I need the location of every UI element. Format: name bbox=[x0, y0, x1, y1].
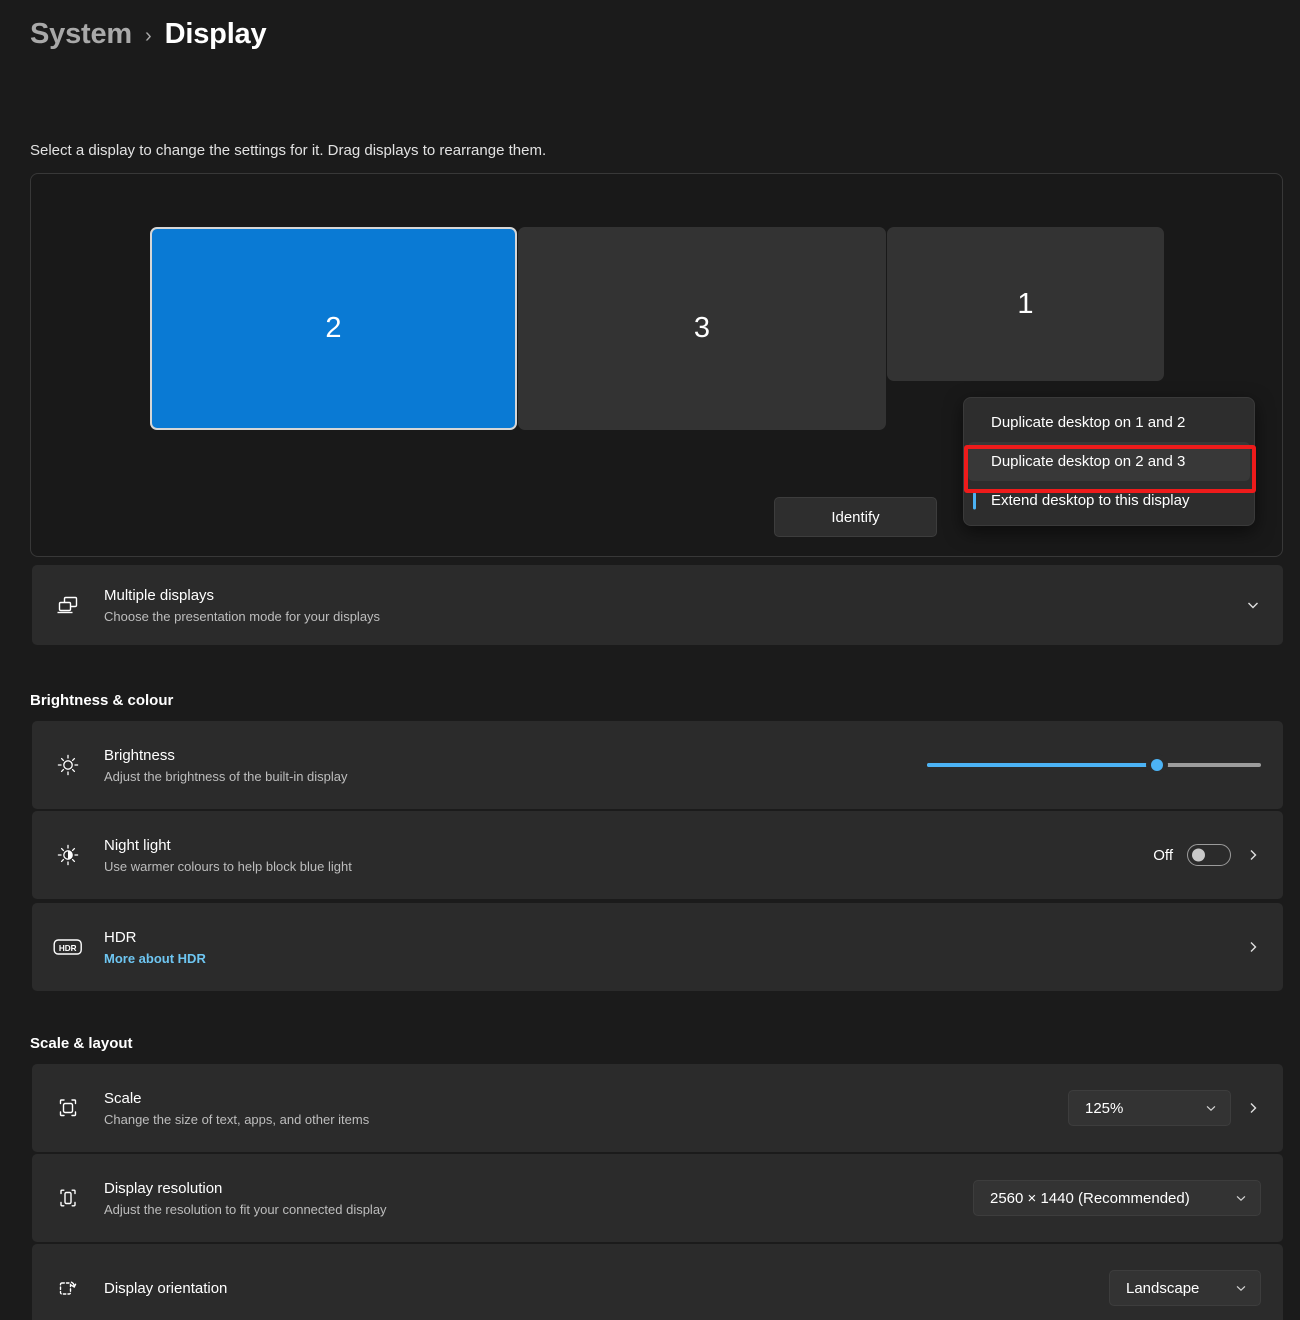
display-resolution-row[interactable]: Display resolution Adjust the resolution… bbox=[32, 1154, 1283, 1242]
intro-description: Select a display to change the settings … bbox=[30, 142, 547, 159]
flyout-item-extend-desktop[interactable]: Extend desktop to this display bbox=[968, 481, 1250, 520]
display-orientation-dropdown[interactable]: Landscape bbox=[1109, 1270, 1261, 1306]
monitor-preview-3[interactable]: 3 bbox=[518, 227, 886, 430]
brightness-row[interactable]: Brightness Adjust the brightness of the … bbox=[32, 721, 1283, 809]
chevron-down-icon bbox=[1234, 1281, 1248, 1295]
display-resolution-actions: 2560 × 1440 (Recommended) bbox=[973, 1180, 1283, 1216]
identify-button[interactable]: Identify bbox=[774, 497, 937, 537]
display-orientation-text: Display orientation bbox=[104, 1278, 1109, 1299]
flyout-item-duplicate-1-2[interactable]: Duplicate desktop on 1 and 2 bbox=[968, 403, 1250, 442]
presentation-mode-flyout: Duplicate desktop on 1 and 2 Duplicate d… bbox=[963, 397, 1256, 526]
hdr-row[interactable]: HDR HDR More about HDR bbox=[32, 903, 1283, 991]
display-orientation-title: Display orientation bbox=[104, 1279, 228, 1297]
brightness-sun-icon bbox=[32, 751, 104, 779]
brightness-text: Brightness Adjust the brightness of the … bbox=[104, 745, 927, 786]
display-orientation-row[interactable]: Display orientation Landscape bbox=[32, 1244, 1283, 1320]
night-light-toggle[interactable] bbox=[1187, 844, 1231, 866]
hdr-badge-icon: HDR bbox=[32, 936, 104, 958]
multiple-displays-icon bbox=[32, 591, 104, 619]
scale-text: Scale Change the size of text, apps, and… bbox=[104, 1088, 1068, 1129]
night-light-actions: Off bbox=[1153, 844, 1283, 866]
scale-value: 125% bbox=[1085, 1099, 1124, 1117]
chevron-down-icon bbox=[1234, 1191, 1248, 1205]
display-resolution-dropdown[interactable]: 2560 × 1440 (Recommended) bbox=[973, 1180, 1261, 1216]
night-light-icon bbox=[32, 841, 104, 869]
display-resolution-subtitle: Adjust the resolution to fit your connec… bbox=[104, 1201, 387, 1217]
chevron-right-icon[interactable] bbox=[1245, 939, 1261, 955]
flyout-item-label: Duplicate desktop on 1 and 2 bbox=[991, 414, 1186, 431]
hdr-more-about-link[interactable]: More about HDR bbox=[104, 949, 1245, 968]
selection-indicator-icon bbox=[973, 492, 976, 509]
svg-text:HDR: HDR bbox=[59, 944, 77, 953]
multiple-displays-text: Multiple displays Choose the presentatio… bbox=[104, 585, 1245, 626]
brightness-subtitle: Adjust the brightness of the built-in di… bbox=[104, 768, 348, 784]
section-heading-brightness-colour: Brightness & colour bbox=[30, 692, 174, 709]
scale-icon bbox=[32, 1094, 104, 1122]
chevron-right-icon[interactable] bbox=[1245, 1100, 1261, 1116]
scale-title: Scale bbox=[104, 1089, 142, 1107]
night-light-title: Night light bbox=[104, 836, 171, 854]
scale-actions: 125% bbox=[1068, 1090, 1283, 1126]
chevron-down-icon bbox=[1204, 1101, 1218, 1115]
brightness-actions bbox=[927, 751, 1283, 779]
display-settings-page: System › Display Select a display to cha… bbox=[0, 0, 1300, 1320]
multiple-displays-actions bbox=[1245, 597, 1283, 613]
chevron-right-icon[interactable] bbox=[1245, 847, 1261, 863]
night-light-toggle-state: Off bbox=[1153, 846, 1173, 864]
monitor-label: 1 bbox=[1017, 287, 1034, 320]
multiple-displays-title: Multiple displays bbox=[104, 586, 215, 604]
display-orientation-value: Landscape bbox=[1126, 1279, 1200, 1297]
monitor-label: 2 bbox=[325, 312, 342, 344]
monitor-preview-2[interactable]: 2 bbox=[150, 227, 517, 430]
monitor-preview-1[interactable]: 1 bbox=[887, 227, 1164, 381]
hdr-text: HDR More about HDR bbox=[104, 927, 1245, 968]
scale-subtitle: Change the size of text, apps, and other… bbox=[104, 1111, 370, 1127]
monitor-label: 3 bbox=[693, 312, 711, 344]
scale-dropdown[interactable]: 125% bbox=[1068, 1090, 1231, 1126]
slider-fill bbox=[927, 763, 1158, 767]
multiple-displays-subtitle: Choose the presentation mode for your di… bbox=[104, 608, 381, 624]
section-heading-scale-layout: Scale & layout bbox=[30, 1035, 133, 1052]
night-light-row[interactable]: Night light Use warmer colours to help b… bbox=[32, 811, 1283, 899]
display-orientation-actions: Landscape bbox=[1109, 1270, 1283, 1306]
brightness-title: Brightness bbox=[104, 746, 175, 764]
chevron-down-icon[interactable] bbox=[1245, 597, 1261, 613]
orientation-icon bbox=[32, 1274, 104, 1302]
multiple-displays-row[interactable]: Multiple displays Choose the presentatio… bbox=[32, 565, 1283, 645]
hdr-title: HDR bbox=[104, 928, 137, 946]
slider-thumb[interactable] bbox=[1146, 754, 1169, 776]
resolution-icon bbox=[32, 1184, 104, 1212]
flyout-item-duplicate-2-3[interactable]: Duplicate desktop on 2 and 3 bbox=[968, 442, 1250, 481]
night-light-subtitle: Use warmer colours to help block blue li… bbox=[104, 858, 352, 874]
flyout-item-label: Extend desktop to this display bbox=[991, 492, 1190, 509]
display-resolution-value: 2560 × 1440 (Recommended) bbox=[990, 1189, 1190, 1207]
scale-row[interactable]: Scale Change the size of text, apps, and… bbox=[32, 1064, 1283, 1152]
page-title: Display bbox=[164, 18, 267, 50]
brightness-slider[interactable] bbox=[927, 751, 1261, 779]
display-resolution-title: Display resolution bbox=[104, 1179, 223, 1197]
display-resolution-text: Display resolution Adjust the resolution… bbox=[104, 1178, 973, 1219]
night-light-text: Night light Use warmer colours to help b… bbox=[104, 835, 1153, 876]
breadcrumb: System › Display bbox=[30, 18, 267, 51]
toggle-knob bbox=[1192, 848, 1205, 862]
breadcrumb-system-link[interactable]: System bbox=[30, 18, 132, 51]
hdr-actions bbox=[1245, 939, 1283, 955]
breadcrumb-separator-icon: › bbox=[144, 24, 152, 47]
flyout-item-label: Duplicate desktop on 2 and 3 bbox=[991, 453, 1186, 470]
